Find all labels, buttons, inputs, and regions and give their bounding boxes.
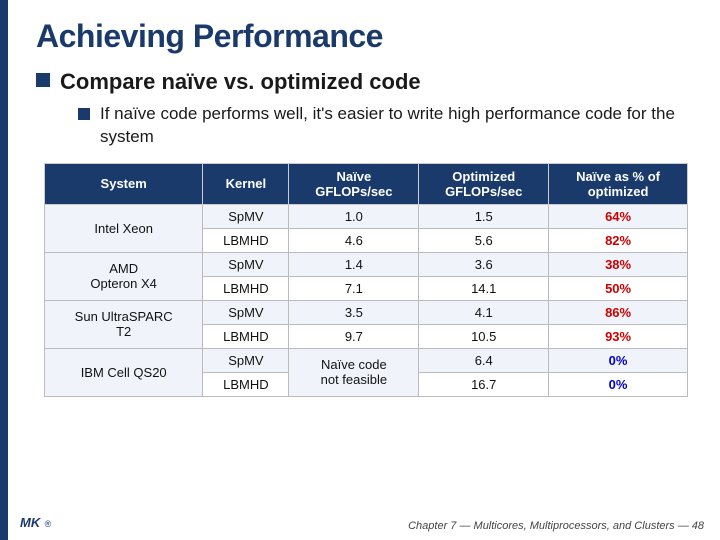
sub-bullet-icon bbox=[78, 108, 90, 120]
cell-naive: 1.4 bbox=[289, 252, 419, 276]
col-header-percent: Naïve as % ofoptimized bbox=[549, 163, 688, 204]
cell-naive: 4.6 bbox=[289, 228, 419, 252]
col-header-naive: NaïveGFLOPs/sec bbox=[289, 163, 419, 204]
table-row: IBM Cell QS20 SpMV Naïve codenot feasibl… bbox=[45, 348, 688, 372]
cell-kernel: SpMV bbox=[203, 300, 289, 324]
cell-naive-not-feasible: Naïve codenot feasible bbox=[289, 348, 419, 396]
cell-kernel: SpMV bbox=[203, 348, 289, 372]
cell-naive: 3.5 bbox=[289, 300, 419, 324]
col-header-kernel: Kernel bbox=[203, 163, 289, 204]
cell-percent: 38% bbox=[549, 252, 688, 276]
cell-naive: 1.0 bbox=[289, 204, 419, 228]
cell-kernel: LBMHD bbox=[203, 372, 289, 396]
sub-bullet: If naïve code performs well, it's easier… bbox=[78, 103, 696, 149]
cell-percent: 86% bbox=[549, 300, 688, 324]
cell-optimized: 10.5 bbox=[419, 324, 549, 348]
cell-optimized: 5.6 bbox=[419, 228, 549, 252]
sub-bullet-text: If naïve code performs well, it's easier… bbox=[100, 103, 696, 149]
cell-system: Intel Xeon bbox=[45, 204, 203, 252]
cell-kernel: LBMHD bbox=[203, 276, 289, 300]
data-table-wrapper: System Kernel NaïveGFLOPs/sec OptimizedG… bbox=[44, 163, 688, 397]
cell-optimized: 1.5 bbox=[419, 204, 549, 228]
cell-percent: 82% bbox=[549, 228, 688, 252]
table-row: Sun UltraSPARCT2 SpMV 3.5 4.1 86% bbox=[45, 300, 688, 324]
cell-naive: 9.7 bbox=[289, 324, 419, 348]
col-header-optimized: OptimizedGFLOPs/sec bbox=[419, 163, 549, 204]
slide-content: Achieving Performance Compare naïve vs. … bbox=[16, 0, 720, 407]
slide: Achieving Performance Compare naïve vs. … bbox=[0, 0, 720, 540]
cell-optimized: 16.7 bbox=[419, 372, 549, 396]
logo-circle: ® bbox=[45, 519, 52, 529]
table-row: AMDOpteron X4 SpMV 1.4 3.6 38% bbox=[45, 252, 688, 276]
logo-mk: MK bbox=[20, 515, 40, 530]
cell-kernel: SpMV bbox=[203, 204, 289, 228]
cell-system: IBM Cell QS20 bbox=[45, 348, 203, 396]
table-header-row: System Kernel NaïveGFLOPs/sec OptimizedG… bbox=[45, 163, 688, 204]
cell-kernel: SpMV bbox=[203, 252, 289, 276]
cell-kernel: LBMHD bbox=[203, 228, 289, 252]
cell-percent: 50% bbox=[549, 276, 688, 300]
cell-naive: 7.1 bbox=[289, 276, 419, 300]
cell-percent: 0% bbox=[549, 348, 688, 372]
main-bullet-text: Compare naïve vs. optimized code bbox=[60, 69, 421, 95]
cell-percent: 64% bbox=[549, 204, 688, 228]
table-row: Intel Xeon SpMV 1.0 1.5 64% bbox=[45, 204, 688, 228]
performance-table: System Kernel NaïveGFLOPs/sec OptimizedG… bbox=[44, 163, 688, 397]
cell-percent: 93% bbox=[549, 324, 688, 348]
cell-system: AMDOpteron X4 bbox=[45, 252, 203, 300]
col-header-system: System bbox=[45, 163, 203, 204]
logo-area: MK ® bbox=[20, 514, 51, 532]
cell-kernel: LBMHD bbox=[203, 324, 289, 348]
cell-optimized: 4.1 bbox=[419, 300, 549, 324]
cell-optimized: 14.1 bbox=[419, 276, 549, 300]
cell-optimized: 6.4 bbox=[419, 348, 549, 372]
slide-footer: Chapter 7 — Multicores, Multiprocessors,… bbox=[408, 520, 704, 532]
slide-title: Achieving Performance bbox=[36, 18, 696, 55]
cell-optimized: 3.6 bbox=[419, 252, 549, 276]
cell-percent: 0% bbox=[549, 372, 688, 396]
main-bullet: Compare naïve vs. optimized code bbox=[36, 69, 696, 95]
bullet-square-icon bbox=[36, 73, 50, 87]
blue-accent-bar bbox=[0, 0, 8, 540]
cell-system: Sun UltraSPARCT2 bbox=[45, 300, 203, 348]
